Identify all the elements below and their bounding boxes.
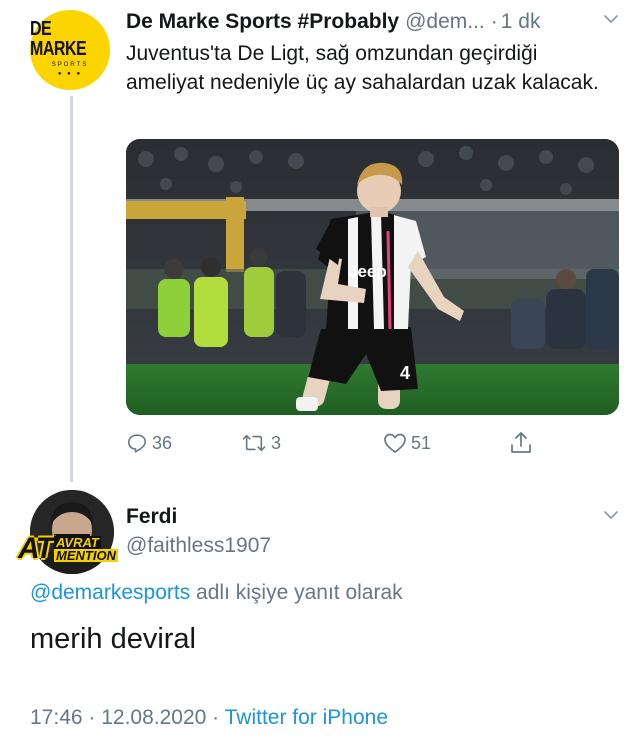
like-icon	[384, 433, 406, 453]
reply-button[interactable]: 36	[126, 428, 172, 458]
tweet-timestamp: 17:46 · 12.08.2020 ·	[30, 706, 225, 729]
chevron-down-icon[interactable]	[603, 11, 619, 27]
share-button[interactable]	[509, 428, 533, 458]
author-avatar[interactable]: DE MARKE SPORTS ● ● ●	[30, 10, 110, 90]
tweet-time[interactable]: 1 dk	[501, 10, 541, 34]
reply-text: merih deviral	[30, 623, 196, 655]
reply-author-name[interactable]: Ferdi	[126, 505, 177, 529]
jersey-sponsor: Jeep	[348, 262, 387, 281]
chevron-down-icon[interactable]	[603, 507, 619, 523]
header-separator: ·	[490, 10, 498, 33]
replying-to-mention[interactable]: @demarkesports	[30, 581, 190, 604]
like-count: 51	[411, 432, 432, 453]
author-name[interactable]: De Marke Sports #Probably	[126, 10, 399, 34]
avatar-logo-text: DE MARKE	[30, 18, 87, 60]
replying-to: @demarkesports adlı kişiye yanıt olarak	[30, 581, 403, 605]
shorts-number: 4	[400, 363, 410, 383]
player-photo: 4 Jeep	[126, 139, 619, 415]
tweet-actions: 36 3 51	[126, 428, 546, 458]
replying-to-suffix: adlı kişiye yanıt olarak	[190, 581, 403, 604]
avatar-logo-subtext: SPORTS	[51, 61, 89, 68]
tweet-metadata: 17:46 · 12.08.2020 · Twitter for iPhone	[30, 706, 388, 730]
reply-author-avatar[interactable]: AT AVRAT MENTION	[18, 490, 118, 574]
reply-count: 36	[152, 432, 173, 453]
retweet-button[interactable]: 3	[241, 428, 281, 458]
tweet-photo[interactable]: 4 Jeep	[126, 139, 619, 415]
reply-author-handle[interactable]: @faithless1907	[126, 534, 271, 558]
avatar-logo-social-icons: ● ● ●	[57, 70, 83, 77]
author-handle[interactable]: @dem...	[405, 10, 485, 34]
share-icon	[511, 432, 531, 453]
tweet-source-link[interactable]: Twitter for iPhone	[225, 706, 388, 729]
tweet-text: Juventus'ta De Ligt, sağ omzundan geçird…	[126, 42, 599, 94]
like-button[interactable]: 51	[383, 428, 431, 458]
thread-connector-line	[70, 96, 73, 482]
tweet-header: De Marke Sports #Probably @dem... · 1 dk	[126, 7, 626, 37]
retweet-count: 3	[271, 432, 282, 453]
reply-icon	[127, 434, 147, 453]
retweet-icon	[242, 434, 266, 452]
avatar-overlay-logo: AT AVRAT MENTION	[18, 532, 118, 565]
